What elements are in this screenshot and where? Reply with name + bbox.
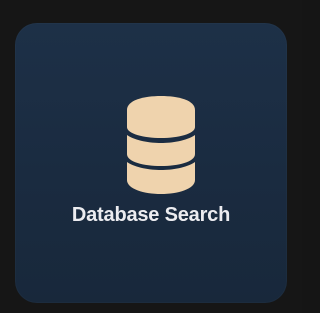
database-search-tile[interactable]: Database Search bbox=[15, 23, 287, 303]
app-frame: Database Search bbox=[0, 0, 302, 313]
tile-label: Database Search bbox=[71, 204, 231, 226]
database-icon bbox=[127, 96, 195, 194]
